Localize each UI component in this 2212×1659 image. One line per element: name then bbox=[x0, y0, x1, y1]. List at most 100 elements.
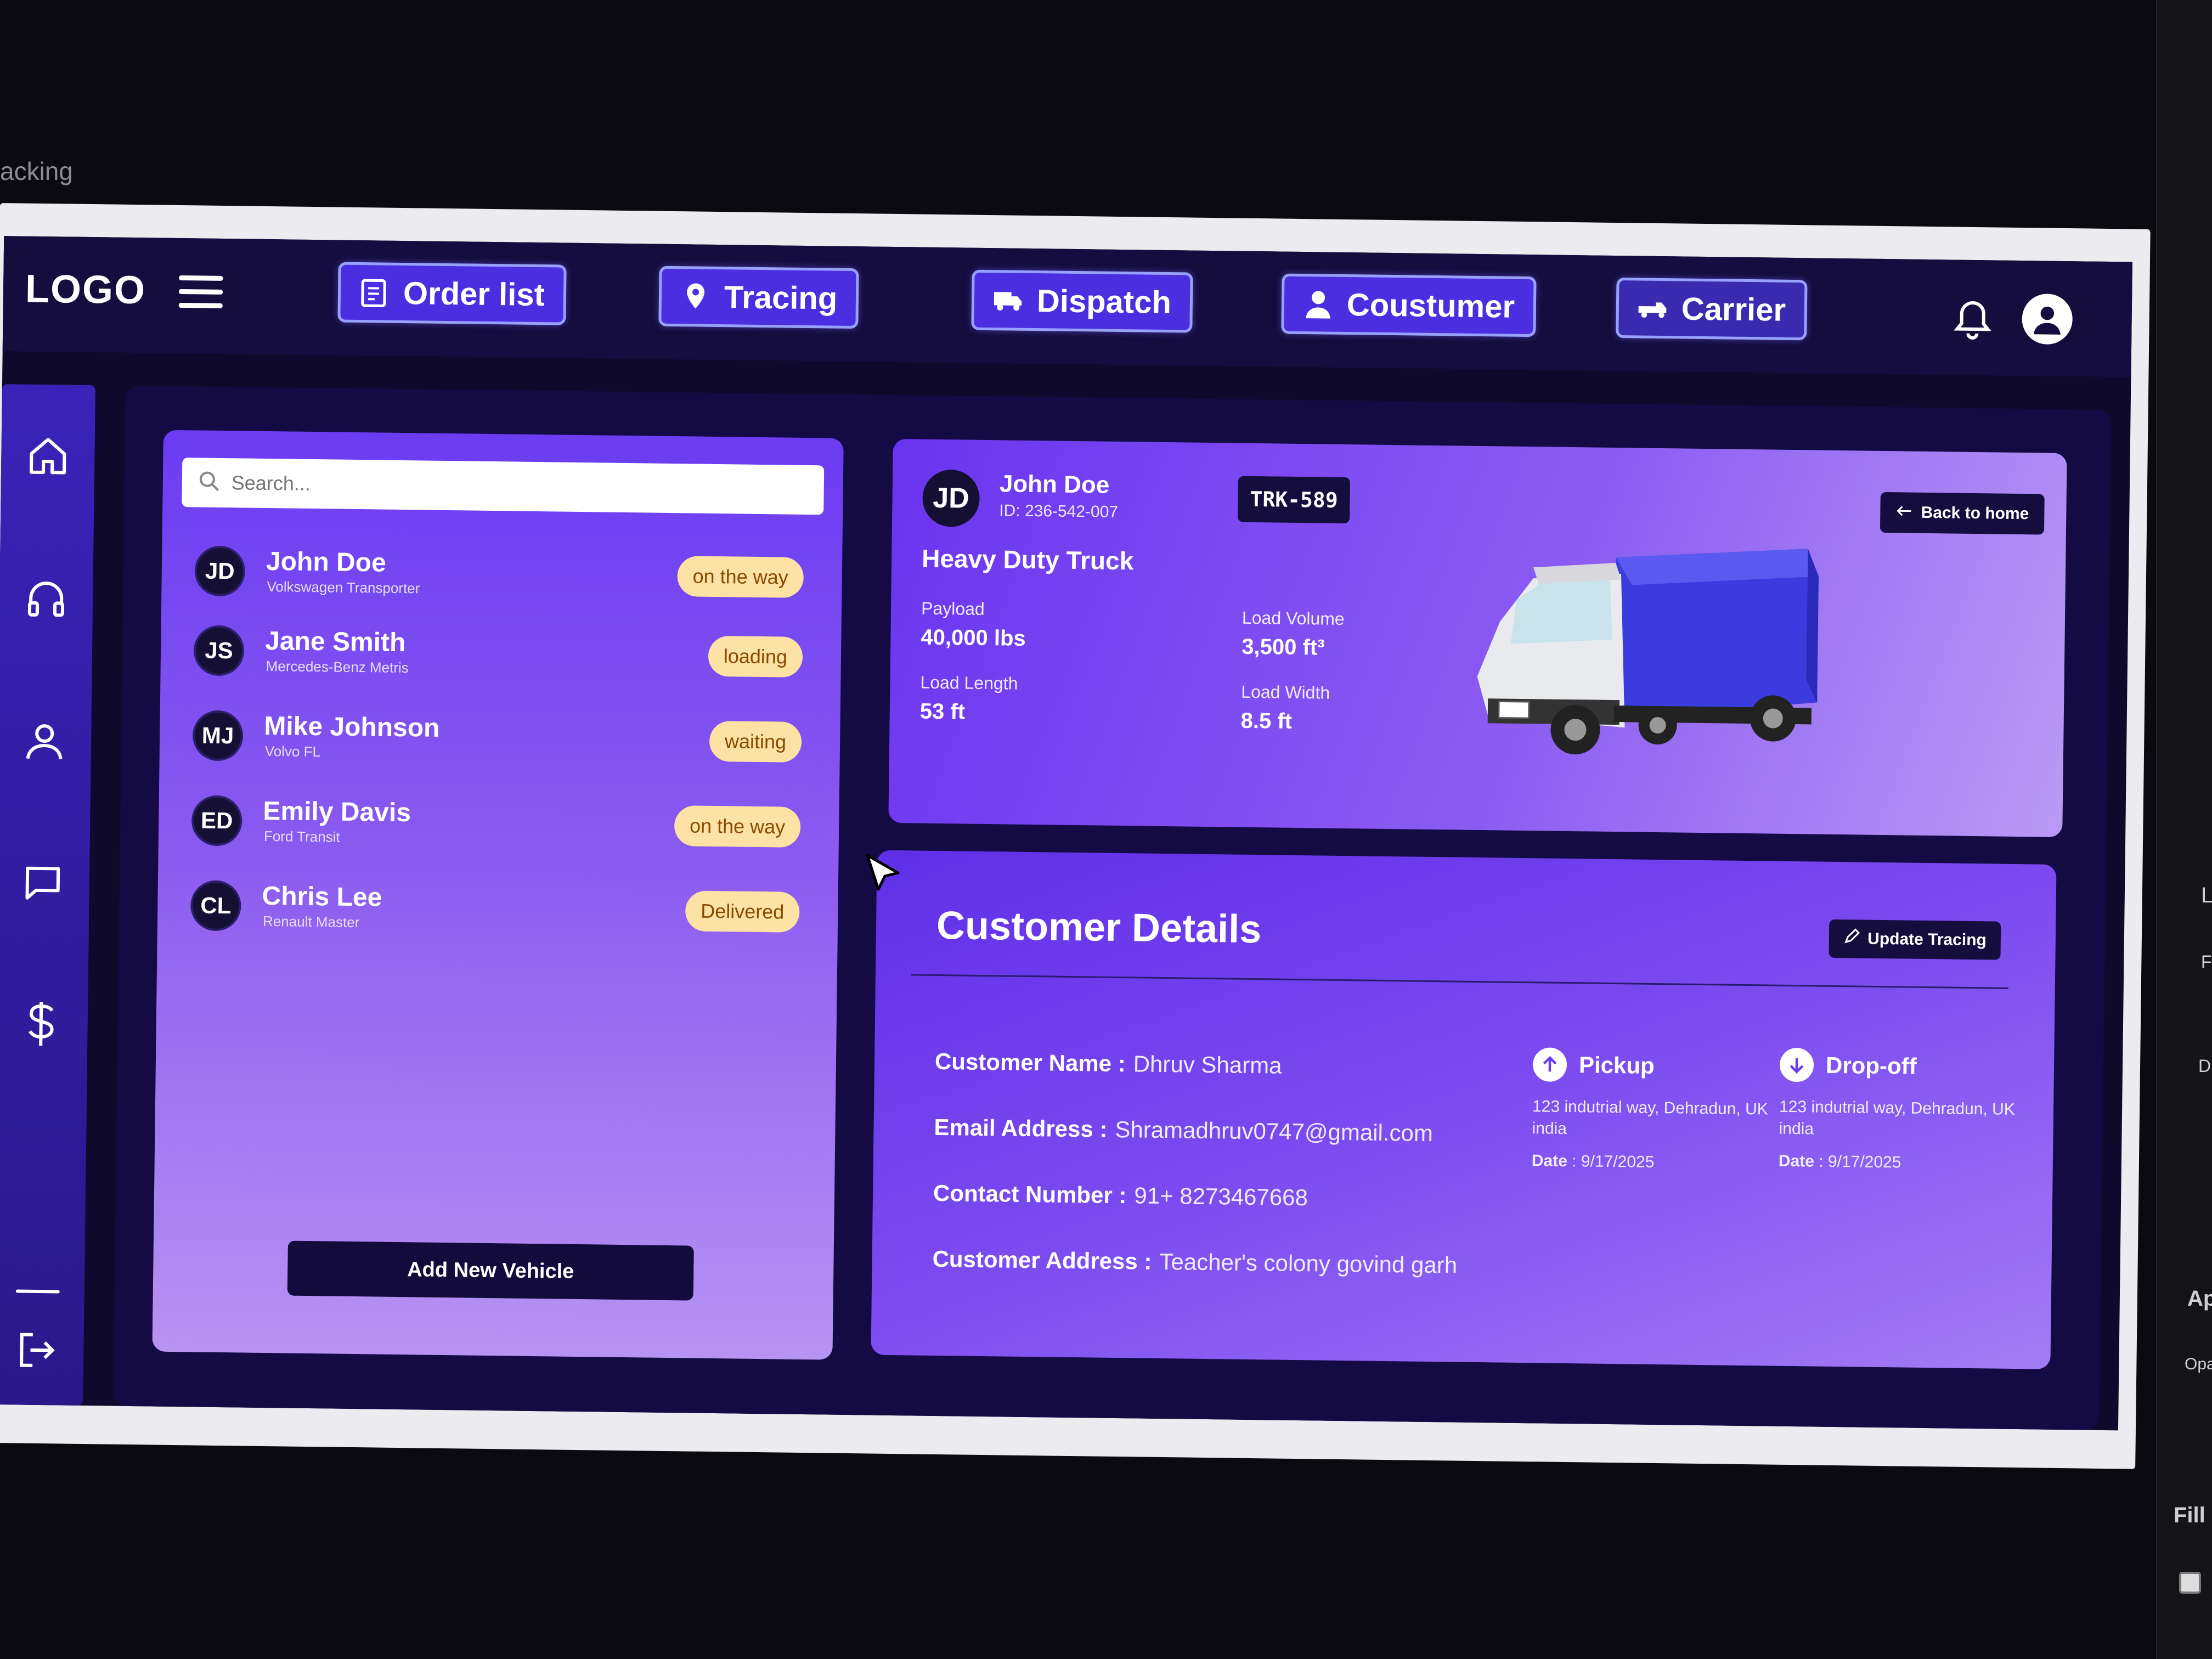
date-label: Date bbox=[1778, 1152, 1815, 1171]
panel-label-ap: Ap bbox=[2187, 1286, 2212, 1311]
carrier-truck-icon bbox=[1638, 292, 1669, 324]
panel-label-di: Di bbox=[2198, 1056, 2212, 1076]
truck-icon bbox=[993, 285, 1024, 316]
clipboard-list-icon bbox=[359, 277, 391, 308]
driver-vehicle: Mercedes-Benz Metris bbox=[266, 657, 409, 676]
dropoff-address: 123 indutrial way, Dehradun, UK india bbox=[1779, 1097, 2015, 1138]
field-value: Teacher's colony govind garh bbox=[1159, 1248, 1458, 1278]
spec-value: 3,500 ft³ bbox=[1242, 634, 1325, 660]
dropoff-label: Drop-off bbox=[1825, 1052, 1917, 1079]
driver-list-panel: JD John Doe Volkswagen Transporter on th… bbox=[152, 430, 844, 1360]
driver-item[interactable]: CL Chris Lee Renault Master Delivered bbox=[190, 880, 800, 948]
driver-name: Chris Lee bbox=[262, 881, 382, 912]
vehicle-driver-id: ID: 236-542-007 bbox=[999, 501, 1119, 521]
map-pin-icon bbox=[680, 281, 712, 312]
nav-dispatch[interactable]: Dispatch bbox=[971, 269, 1193, 333]
back-to-home-button[interactable]: Back to home bbox=[1880, 492, 2045, 535]
nav-tracing[interactable]: Tracing bbox=[658, 266, 859, 329]
user-icon bbox=[1303, 289, 1334, 320]
spec-label: Load Length bbox=[920, 672, 1018, 693]
search-icon bbox=[199, 470, 221, 494]
status-badge: waiting bbox=[709, 720, 802, 763]
date-label: Date bbox=[1531, 1152, 1568, 1171]
fill-swatch[interactable] bbox=[2179, 1572, 2201, 1594]
field-label: Customer Name : bbox=[934, 1048, 1126, 1077]
driver-vehicle: Renault Master bbox=[262, 912, 360, 931]
driver-avatar: JD bbox=[194, 545, 246, 597]
field-value: Dhruv Sharma bbox=[1133, 1051, 1282, 1079]
mouse-cursor-icon bbox=[864, 853, 902, 897]
nav-order-list[interactable]: Order list bbox=[337, 262, 567, 325]
logo[interactable]: LOGO bbox=[25, 267, 146, 313]
pickup-label: Pickup bbox=[1578, 1052, 1655, 1079]
design-tool-panel: L Fi Di Ap Opa Fill bbox=[2156, 0, 2212, 1659]
back-to-home-label: Back to home bbox=[1921, 503, 2029, 523]
vehicle-driver-name: John Doe bbox=[999, 470, 1110, 499]
dollar-icon[interactable] bbox=[13, 996, 69, 1051]
field-value: 91+ 8273467668 bbox=[1134, 1182, 1308, 1211]
hamburger-menu-icon[interactable] bbox=[178, 275, 223, 309]
driver-item[interactable]: JS Jane Smith Mercedes-Benz Metris loadi… bbox=[193, 625, 803, 693]
nav-tracing-label: Tracing bbox=[724, 279, 838, 317]
main-content: JD John Doe Volkswagen Transporter on th… bbox=[113, 385, 2112, 1430]
status-badge: loading bbox=[708, 635, 803, 678]
driver-avatar: JS bbox=[193, 625, 245, 676]
driver-vehicle: Volvo FL bbox=[264, 742, 321, 760]
top-navbar: LOGO Order list Tracing Dispatch Coustum… bbox=[2, 236, 2132, 377]
driver-vehicle: Ford Transit bbox=[263, 827, 340, 845]
sidebar-divider bbox=[15, 1289, 60, 1294]
driver-item[interactable]: ED Emily Davis Ford Transit on the way bbox=[191, 795, 801, 863]
status-badge: on the way bbox=[674, 805, 801, 848]
field-label: Email Address : bbox=[934, 1114, 1108, 1142]
driver-name: Emily Davis bbox=[263, 796, 411, 828]
bell-icon[interactable] bbox=[1950, 298, 1995, 342]
panel-label-fi: Fi bbox=[2201, 952, 2212, 972]
home-icon[interactable] bbox=[20, 428, 76, 483]
date-value: : 9/17/2025 bbox=[1572, 1152, 1655, 1171]
pickup-date: Date : 9/17/2025 bbox=[1532, 1152, 1768, 1173]
monitor-screen: LOGO Order list Tracing Dispatch Coustum… bbox=[0, 203, 2151, 1469]
driver-item[interactable]: JD John Doe Volkswagen Transporter on th… bbox=[194, 545, 804, 613]
search-bar[interactable] bbox=[182, 458, 825, 515]
driver-item[interactable]: MJ Mike Johnson Volvo FL waiting bbox=[192, 710, 802, 778]
panel-label-l: L bbox=[2201, 883, 2212, 907]
nav-dispatch-label: Dispatch bbox=[1036, 283, 1172, 320]
app-window: LOGO Order list Tracing Dispatch Coustum… bbox=[0, 236, 2132, 1431]
spec-label: Load Volume bbox=[1242, 607, 1345, 629]
headset-icon[interactable] bbox=[19, 571, 74, 626]
status-badge: Delivered bbox=[685, 890, 800, 933]
spec-label: Payload bbox=[921, 598, 985, 619]
left-sidebar bbox=[0, 384, 95, 1406]
status-badge: on the way bbox=[677, 556, 804, 598]
window-caption: acking bbox=[0, 157, 73, 185]
panel-label-fill: Fill bbox=[2174, 1503, 2205, 1527]
dropoff-block: Drop-off 123 indutrial way, Dehradun, UK… bbox=[1779, 1047, 2016, 1173]
customer-details-card: Customer Details Update Tracing Customer… bbox=[871, 850, 2057, 1369]
field-value: Shramadhruv0747@gmail.com bbox=[1115, 1116, 1434, 1147]
driver-avatar: MJ bbox=[192, 710, 244, 761]
vehicle-driver-avatar: JD bbox=[922, 469, 980, 527]
search-input[interactable] bbox=[231, 471, 780, 501]
truck-code-badge: TRK-589 bbox=[1238, 476, 1351, 524]
driver-name: Mike Johnson bbox=[264, 711, 440, 743]
nav-customer[interactable]: Coustumer bbox=[1281, 273, 1537, 337]
dropoff-date: Date : 9/17/2025 bbox=[1779, 1152, 2015, 1173]
panel-label-opacity: Opa bbox=[2185, 1355, 2212, 1373]
spec-value: 40,000 lbs bbox=[921, 625, 1026, 651]
nav-carrier[interactable]: Carrier bbox=[1616, 278, 1808, 341]
update-tracing-label: Update Tracing bbox=[1867, 929, 1987, 950]
driver-vehicle: Volkswagen Transporter bbox=[267, 578, 420, 597]
add-new-vehicle-button[interactable]: Add New Vehicle bbox=[287, 1240, 694, 1301]
customer-email-row: Email Address : Shramadhruv0747@gmail.com bbox=[934, 1114, 1433, 1147]
driver-avatar: ED bbox=[191, 795, 242, 847]
user-profile-icon[interactable] bbox=[16, 713, 72, 769]
update-tracing-button[interactable]: Update Tracing bbox=[1829, 919, 2001, 960]
profile-avatar-icon[interactable] bbox=[2022, 294, 2073, 345]
customer-details-title: Customer Details bbox=[936, 903, 1262, 952]
message-icon[interactable] bbox=[15, 856, 70, 911]
date-value: : 9/17/2025 bbox=[1819, 1152, 1901, 1172]
arrow-down-icon bbox=[1779, 1047, 1814, 1082]
nav-customer-label: Coustumer bbox=[1346, 286, 1515, 325]
driver-name: John Doe bbox=[266, 546, 387, 578]
logout-icon[interactable] bbox=[9, 1322, 65, 1378]
